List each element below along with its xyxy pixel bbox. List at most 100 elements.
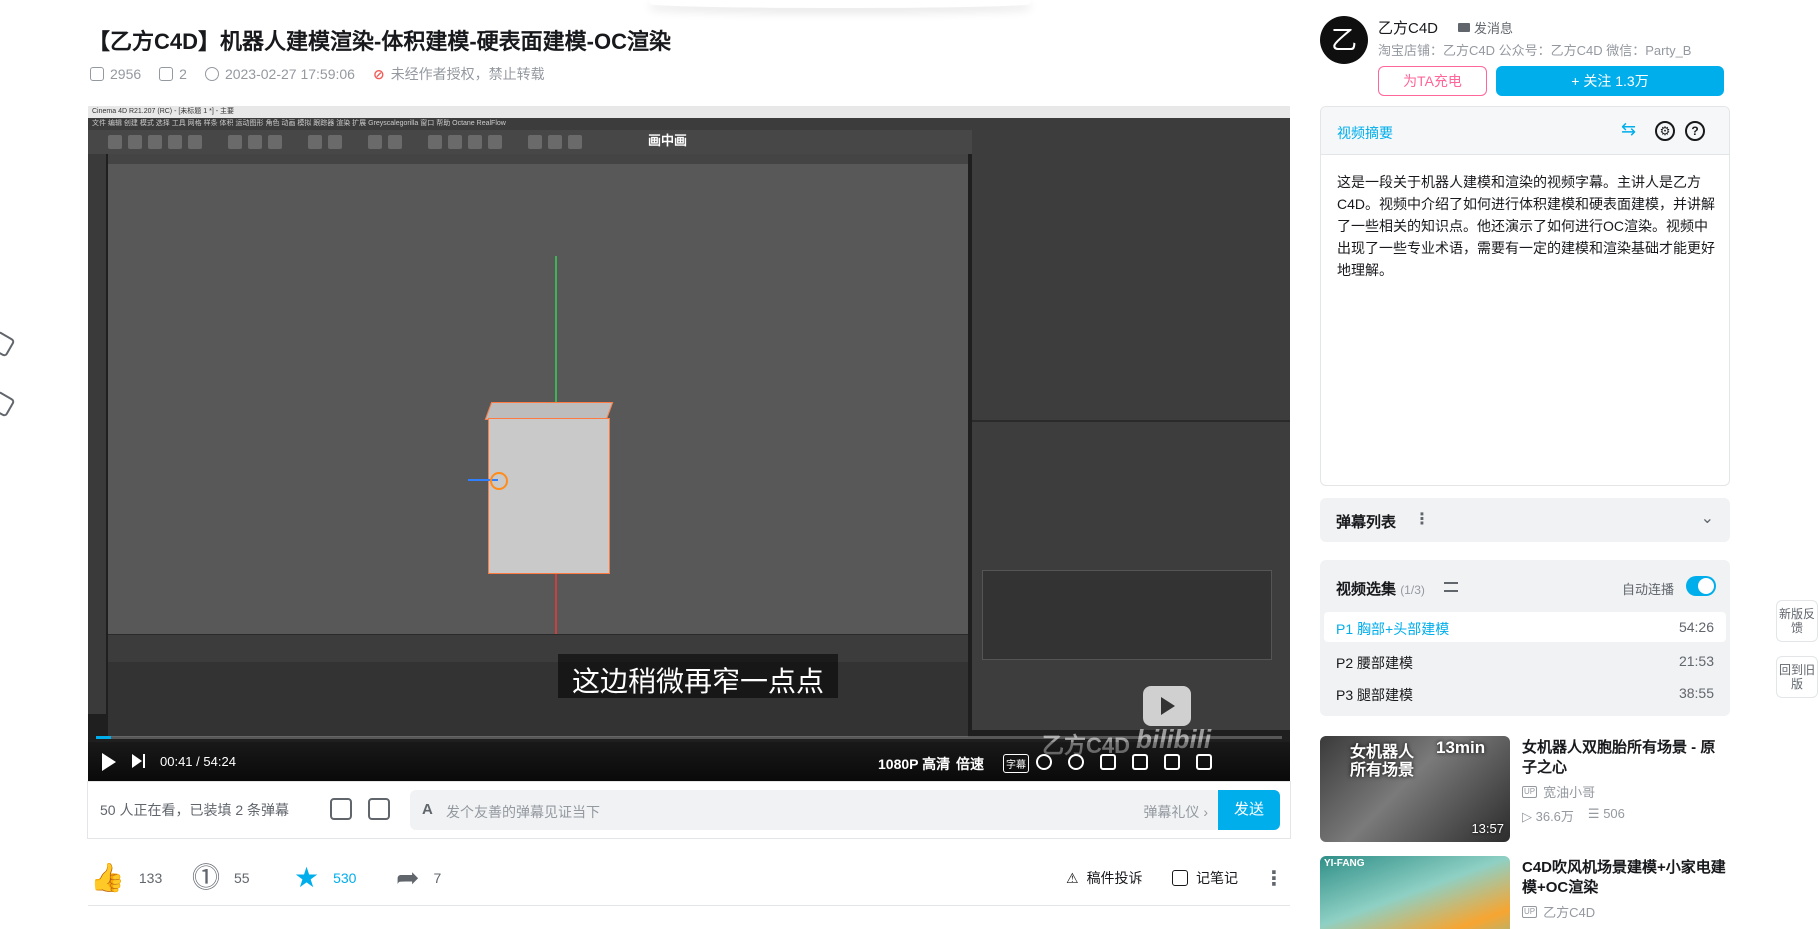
thumbs-up-icon: 👍: [90, 862, 125, 893]
share-arrow-icon: ➦: [396, 862, 420, 893]
back-to-old-version-button[interactable]: 回到旧版: [1776, 656, 1818, 698]
list-view-icon[interactable]: [1444, 582, 1458, 592]
video-title: 【乙方C4D】机器人建模渲染-体积建模-硬表面建模-OC渲染: [88, 29, 671, 54]
episode-item[interactable]: P2 腰部建模 21:53: [1324, 646, 1726, 676]
next-icon[interactable]: [132, 754, 146, 768]
video-duration: 13:57: [1471, 821, 1504, 836]
quality-button[interactable]: 1080P 高清: [878, 754, 950, 774]
mail-icon: [1458, 23, 1470, 32]
header-shadow: [650, 0, 1030, 8]
hexagon-icon[interactable]: [0, 390, 16, 418]
view-count: ▷ 36.6万: [1522, 809, 1574, 824]
episode-list: 视频选集 (1/3) 自动连播 P1 胸部+头部建模 54:26 P2 腰部建模…: [1320, 560, 1730, 716]
widescreen-icon[interactable]: [1132, 754, 1148, 770]
uploader-name[interactable]: 乙方C4D: [1378, 17, 1438, 38]
c4d-viewport-header: [108, 154, 968, 164]
time-display: 00:41 / 54:24: [160, 754, 236, 769]
danmaku-count: 2: [159, 66, 187, 82]
recommended-video[interactable]: 女机器人 所有场景 13min 13:57 女机器人双胞胎所有场景 - 原子之心…: [1320, 736, 1730, 844]
recommended-title[interactable]: 女机器人双胞胎所有场景 - 原子之心: [1522, 738, 1730, 778]
tool-icon: [388, 135, 402, 149]
more-icon[interactable]: ⋮: [1264, 866, 1284, 891]
summary-header: 视频摘要 ⇆ ⚙ ?: [1321, 107, 1729, 155]
pip-label[interactable]: 画中画: [648, 130, 687, 149]
summary-text: 这是一段关于机器人建模和渲染的视频字幕。主讲人是乙方C4D。视频中介绍了如何进行…: [1337, 174, 1716, 278]
uploader-avatar[interactable]: 乙: [1320, 16, 1368, 64]
c4d-window-title: Cinema 4D R21.207 (RC) - [未标题 1 *] - 主要: [88, 106, 1290, 118]
help-icon[interactable]: ?: [1685, 121, 1705, 141]
new-version-feedback-button[interactable]: 新版反馈: [1776, 600, 1818, 642]
up-badge-icon: UP: [1522, 785, 1538, 798]
c4d-material-manager: [108, 662, 968, 737]
gear-icon[interactable]: ⚙: [1655, 121, 1675, 141]
autoplay-toggle[interactable]: [1686, 576, 1716, 596]
up-badge-icon: UP: [1522, 905, 1538, 918]
recommended-uploader[interactable]: UP 宽油小哥: [1522, 782, 1595, 801]
progress-bar[interactable]: [96, 736, 1282, 739]
more-icon[interactable]: ⋮: [1414, 509, 1430, 529]
danmaku-bar: 50 人正在看，已装填 2 条弹幕 A 发个友善的弹幕见证当下 弹幕礼仪 › 发…: [88, 782, 1290, 838]
recommended-title[interactable]: C4D吹风机场景建模+小家电建模+OC渲染: [1522, 858, 1730, 898]
danmaku-settings-icon[interactable]: [368, 798, 390, 820]
recommended-video[interactable]: YI-FANG C4D吹风机场景建模+小家电建模+OC渲染 UP 乙方C4D: [1320, 856, 1730, 929]
action-bar: 👍 133 ⓵ 55 ★ 530 ➦ 7 ⚠ 稿件投诉 记笔记 ⋮: [88, 852, 1290, 906]
view-count: 2956: [90, 66, 141, 82]
coin-button[interactable]: ⓵ 55: [192, 864, 250, 892]
speed-button[interactable]: 倍速: [956, 754, 984, 774]
summary-tab[interactable]: 视频摘要: [1337, 123, 1393, 143]
tool-icon: [308, 135, 322, 149]
episode-item[interactable]: P1 胸部+头部建模 54:26: [1324, 612, 1726, 642]
recommended-uploader[interactable]: UP 乙方C4D: [1522, 902, 1595, 921]
watching-count: 50 人正在看，已装填 2 条弹幕: [100, 802, 290, 818]
tool-icon: [228, 135, 242, 149]
danmaku-input[interactable]: A 发个友善的弹幕见证当下 弹幕礼仪 ›: [410, 790, 1220, 830]
charge-button[interactable]: 为TA充电: [1378, 66, 1487, 96]
thumbnail-caption: 女机器人 所有场景: [1350, 744, 1415, 779]
play-count-icon: [90, 67, 104, 81]
chevron-down-icon[interactable]: ⌄: [1701, 508, 1714, 528]
text-style-icon[interactable]: A: [422, 801, 433, 818]
video-meta: 2956 2 2023-02-27 17:59:06 ⊘ 未经作者授权，禁止转载: [90, 64, 545, 84]
pip-icon[interactable]: [1100, 754, 1116, 770]
tool-icon: [148, 135, 162, 149]
video-thumbnail[interactable]: 女机器人 所有场景 13min 13:57: [1320, 736, 1510, 842]
favorite-button[interactable]: ★ 530: [294, 864, 356, 892]
danmaku-icon: [159, 67, 174, 81]
subtitle-button[interactable]: 字幕: [1003, 754, 1029, 773]
uploader-description: 淘宝店铺：乙方C4D 公众号：乙方C4D 微信：Party_B: [1378, 43, 1692, 58]
like-button[interactable]: 👍 133: [90, 864, 162, 892]
settings-icon[interactable]: [1068, 754, 1084, 770]
danmaku-toggle-icon[interactable]: [330, 798, 352, 820]
video-player[interactable]: Cinema 4D R21.207 (RC) - [未标题 1 *] - 主要 …: [88, 106, 1290, 782]
volume-icon[interactable]: [1036, 754, 1052, 770]
no-reprint-icon: ⊘: [372, 65, 385, 82]
tool-icon: [108, 135, 122, 149]
autoplay-label: 自动连播: [1622, 582, 1675, 597]
send-danmaku-button[interactable]: 发送: [1218, 790, 1280, 830]
tool-icon: [428, 135, 442, 149]
report-button[interactable]: ⚠ 稿件投诉: [1066, 868, 1143, 888]
play-icon[interactable]: [102, 753, 116, 771]
thumbnail-duration-tag: 13min: [1436, 738, 1486, 757]
fullscreen-icon[interactable]: [1196, 754, 1212, 770]
video-subtitle: 这边稍微再窄一点点: [558, 654, 839, 698]
bilibili-tv-icon: [1143, 686, 1191, 726]
progress-fill: [96, 736, 111, 739]
c4d-timeline: [108, 634, 968, 662]
share-button[interactable]: ➦ 7: [396, 864, 441, 892]
notes-button[interactable]: 记笔记: [1172, 868, 1238, 888]
swap-icon[interactable]: ⇆: [1621, 119, 1636, 140]
danmaku-list-header[interactable]: 弹幕列表 ⋮ ⌄: [1320, 498, 1730, 542]
follow-button[interactable]: + 关注 1.3万: [1496, 66, 1724, 96]
cube-icon[interactable]: [0, 330, 16, 358]
send-message-link[interactable]: 发消息: [1458, 18, 1513, 37]
danmaku-etiquette-link[interactable]: 弹幕礼仪 ›: [1143, 802, 1208, 822]
episode-item[interactable]: P3 腿部建模 38:55: [1324, 678, 1726, 708]
star-icon: ★: [294, 862, 320, 893]
web-fullscreen-icon[interactable]: [1164, 754, 1180, 770]
video-thumbnail[interactable]: YI-FANG: [1320, 856, 1510, 929]
tool-icon: [368, 135, 382, 149]
clock-icon: [204, 67, 219, 81]
tool-icon: [528, 135, 542, 149]
video-summary-panel: 视频摘要 ⇆ ⚙ ? 这是一段关于机器人建模和渲染的视频字幕。主讲人是乙方C4D…: [1320, 106, 1730, 486]
